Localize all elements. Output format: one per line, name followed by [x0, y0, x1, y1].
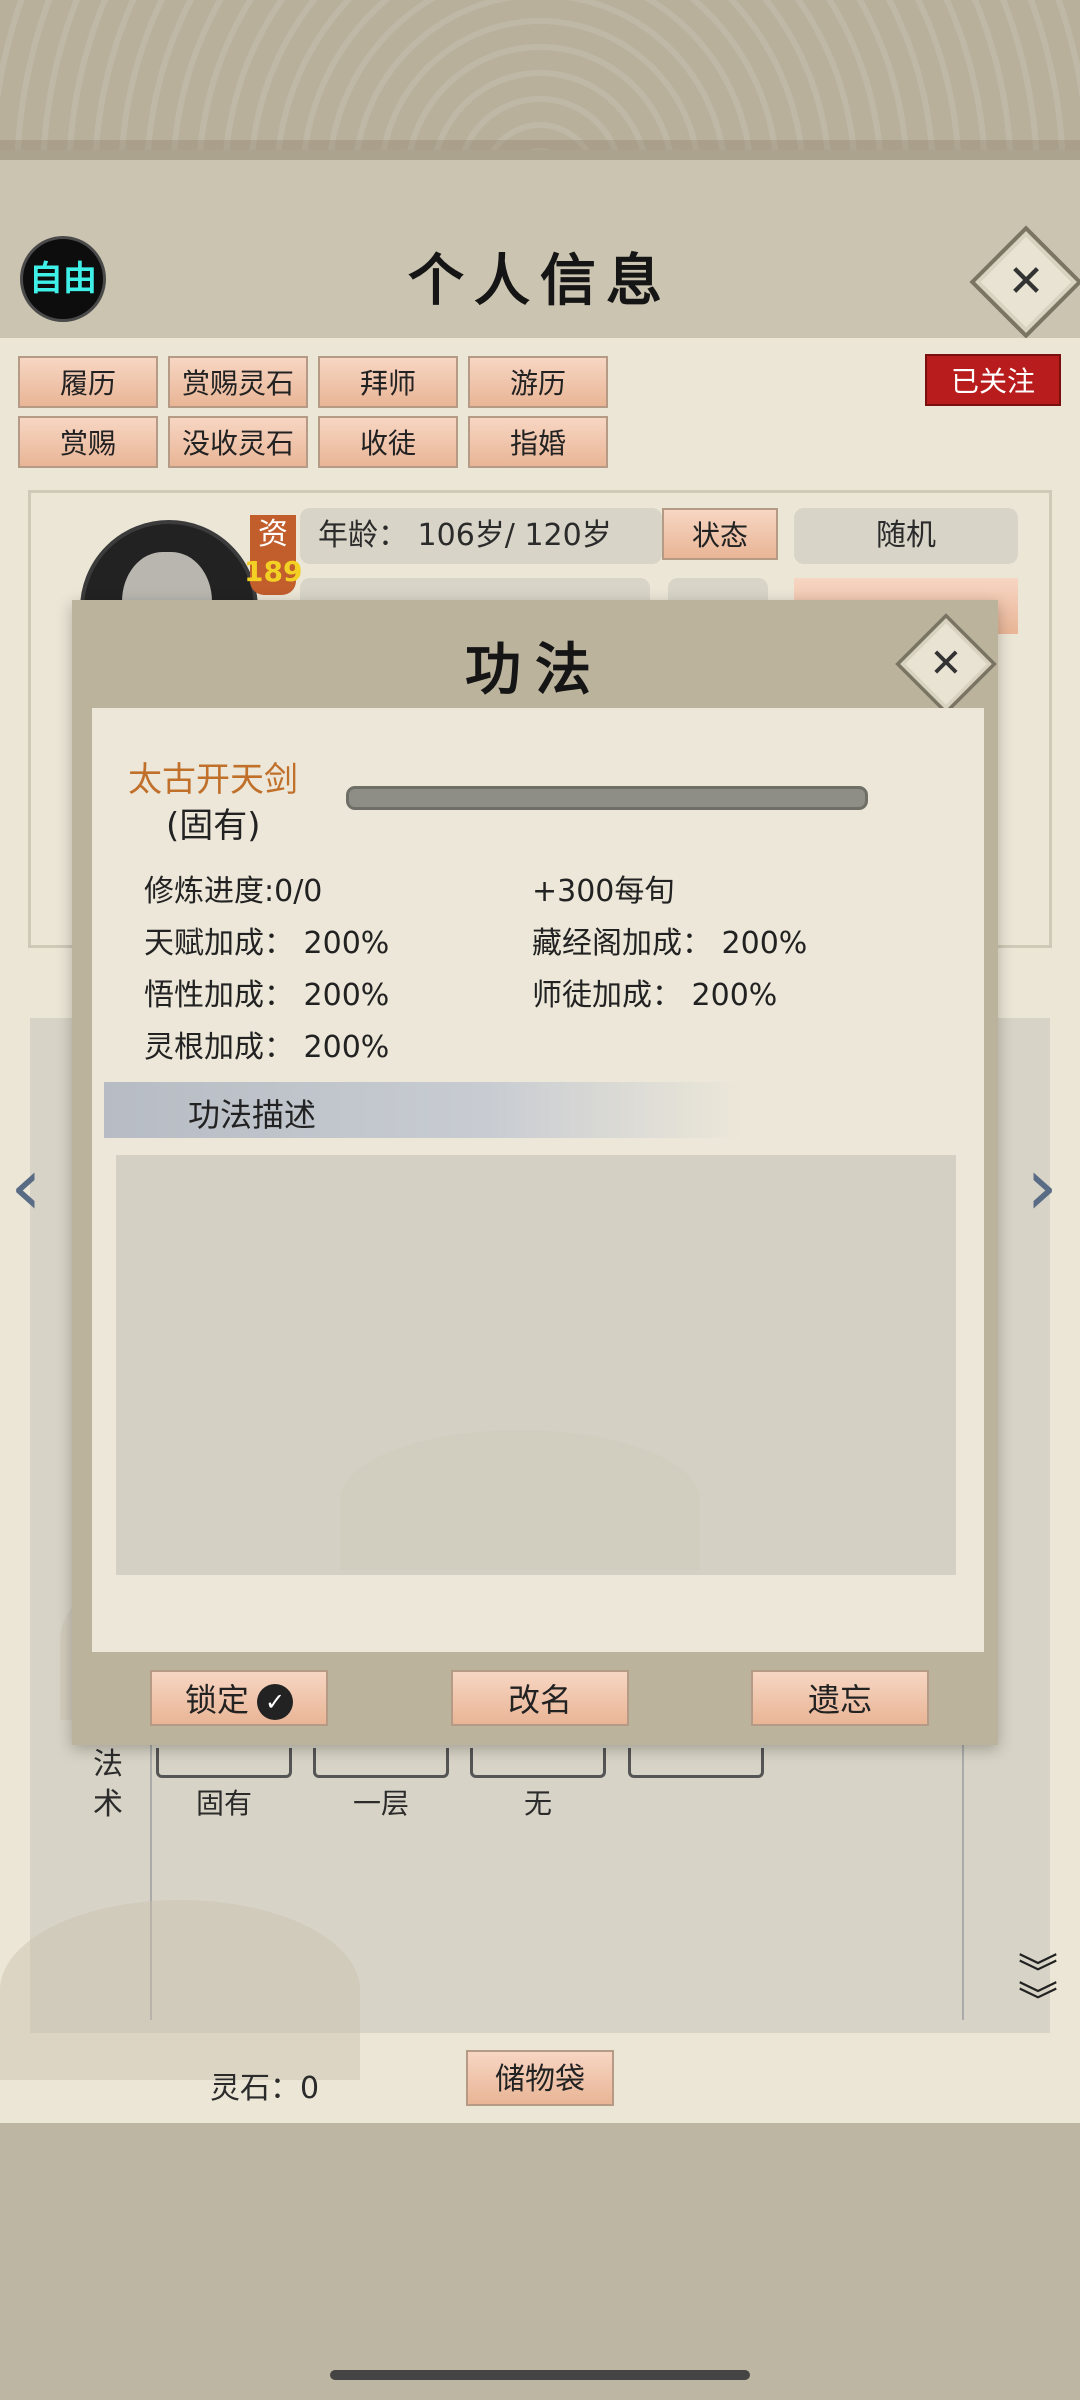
cultivation-progress: 修炼进度:0/0 [144, 874, 323, 909]
checkmark-icon: ✓ [257, 1684, 293, 1720]
spell-slot[interactable] [470, 1748, 606, 1778]
talent-bonus: 天赋加成： 200% [144, 926, 390, 961]
expand-down-icon[interactable]: ︾ ︾ [1010, 1954, 1066, 2022]
mountain-decoration [340, 1430, 700, 1570]
tab-history[interactable]: 履历 [18, 356, 158, 408]
status-button[interactable]: 状态 [662, 508, 778, 560]
library-bonus: 藏经阁加成： 200% [532, 926, 808, 961]
root-bonus: 灵根加成： 200% [144, 1030, 390, 1065]
bottom-decoration [0, 2123, 1080, 2400]
lock-button[interactable]: 锁定 ✓ [150, 1670, 328, 1726]
spell-slot[interactable] [156, 1748, 292, 1778]
forget-button[interactable]: 遗忘 [751, 1670, 929, 1726]
rename-button[interactable]: 改名 [451, 1670, 629, 1726]
mentor-bonus: 师徒加成： 200% [532, 978, 778, 1013]
close-icon: ✕ [929, 640, 963, 687]
per-turn-gain: +300每旬 [532, 874, 675, 909]
chevron-left-icon[interactable]: ‹ [10, 1140, 42, 1233]
progress-bar [346, 786, 868, 810]
tab-arrange-marriage[interactable]: 指婚 [468, 416, 608, 468]
description-label: 功法描述 [188, 1096, 317, 1134]
technique-type: (固有) [166, 806, 261, 846]
top-decoration [0, 0, 1080, 150]
aptitude-value: 189 [244, 555, 303, 588]
age-field: 年龄： 106岁/ 120岁 [300, 508, 662, 564]
spell-slot[interactable] [628, 1748, 764, 1778]
lock-button-label: 锁定 [184, 1681, 249, 1719]
page-title: 个人信息 [408, 248, 672, 314]
spell-slot-label: 固有 [195, 1787, 252, 1820]
random-field[interactable]: 随机 [794, 508, 1018, 564]
modal-title: 功法 [465, 637, 605, 703]
mountain-decoration [0, 1900, 360, 2080]
close-icon: ✕ [1007, 256, 1045, 307]
spell-slot-label: 一层 [352, 1787, 409, 1820]
tab-travel[interactable]: 游历 [468, 356, 608, 408]
technique-name: 太古开天剑 [128, 760, 298, 800]
spirit-stone-count: 灵石：0 [210, 2071, 320, 2106]
home-indicator[interactable] [330, 2370, 750, 2380]
spell-category-label: 法术 [93, 1747, 123, 1822]
tab-take-master[interactable]: 拜师 [318, 356, 458, 408]
chevron-right-icon[interactable]: › [1026, 1140, 1058, 1233]
tab-confiscate-stones[interactable]: 没收灵石 [168, 416, 308, 468]
tab-reward[interactable]: 赏赐 [18, 416, 158, 468]
spell-slot-label: 无 [523, 1787, 552, 1820]
top-decoration-edge [0, 140, 1080, 160]
storage-bag-button[interactable]: 储物袋 [466, 2050, 614, 2106]
insight-bonus: 悟性加成： 200% [144, 978, 390, 1013]
tab-take-disciple[interactable]: 收徒 [318, 416, 458, 468]
spell-slot[interactable] [313, 1748, 449, 1778]
tab-reward-stones[interactable]: 赏赐灵石 [168, 356, 308, 408]
followed-badge[interactable]: 已关注 [925, 354, 1061, 406]
